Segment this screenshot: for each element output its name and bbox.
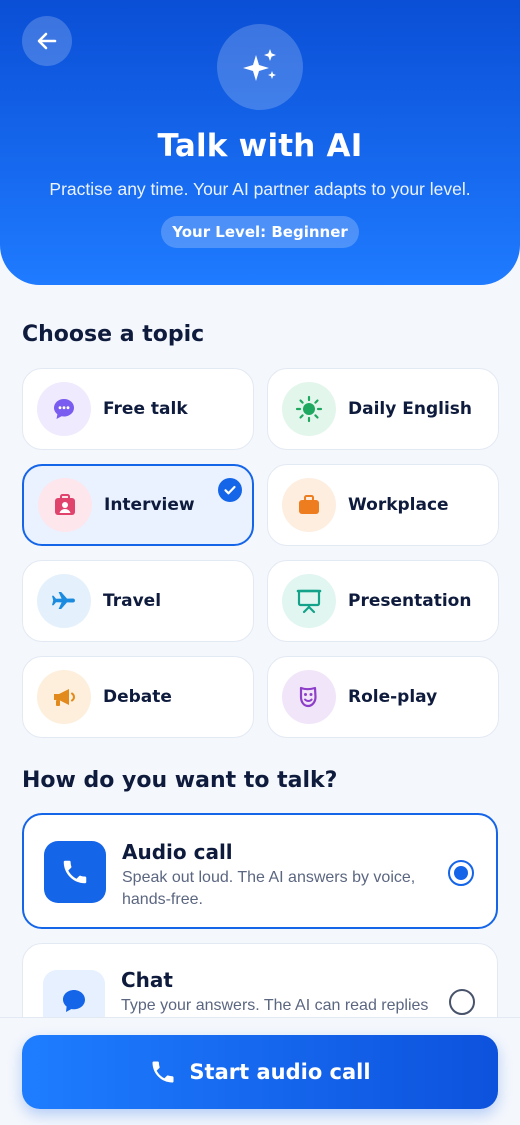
- phone-icon: [44, 841, 106, 903]
- airplane-icon: [37, 574, 91, 628]
- mode-title: Audio call: [122, 840, 233, 864]
- phone-icon: [152, 1061, 174, 1083]
- mode-card-audio-call[interactable]: Audio call Speak out loud. The AI answer…: [22, 813, 498, 929]
- topic-label: Daily English: [348, 399, 472, 419]
- mode-title: Chat: [121, 968, 173, 992]
- topic-card-daily-english[interactable]: Daily English: [267, 368, 499, 450]
- topic-label: Travel: [103, 591, 162, 611]
- topic-label: Free talk: [103, 399, 188, 419]
- topic-card-free-talk[interactable]: Free talk: [22, 368, 254, 450]
- briefcase-icon: [282, 478, 336, 532]
- topic-label: Presentation: [348, 591, 472, 611]
- page-title: Talk with AI: [157, 128, 363, 164]
- modes-heading: How do you want to talk?: [22, 768, 338, 793]
- back-button[interactable]: [22, 16, 72, 66]
- topic-label: Workplace: [348, 495, 449, 515]
- checkmark-icon: [218, 478, 242, 502]
- topic-card-workplace[interactable]: Workplace: [267, 464, 499, 546]
- sparkles-icon: [217, 24, 303, 110]
- topic-label: Debate: [103, 687, 172, 707]
- bottom-bar: Start audio call: [0, 1017, 520, 1125]
- theater-mask-icon: [282, 670, 336, 724]
- header: Talk with AI Practise any time. Your AI …: [0, 0, 520, 285]
- level-badge: Your Level: Beginner: [161, 216, 359, 248]
- chat-bubble-icon: [37, 382, 91, 436]
- easel-icon: [282, 574, 336, 628]
- topic-card-debate[interactable]: Debate: [22, 656, 254, 738]
- start-button-label: Start audio call: [189, 1060, 371, 1084]
- arrow-left-icon: [37, 32, 57, 50]
- radio-chat[interactable]: [449, 989, 475, 1015]
- sun-icon: [282, 382, 336, 436]
- topic-card-travel[interactable]: Travel: [22, 560, 254, 642]
- topics-heading: Choose a topic: [22, 322, 205, 347]
- topic-card-presentation[interactable]: Presentation: [267, 560, 499, 642]
- topic-label: Interview: [104, 495, 195, 515]
- topic-card-role-play[interactable]: Role-play: [267, 656, 499, 738]
- page-subtitle: Practise any time. Your AI partner adapt…: [49, 179, 471, 199]
- topic-card-interview[interactable]: Interview: [22, 464, 254, 546]
- mode-description: Type your answers. The AI can read repli…: [121, 997, 429, 1014]
- topic-label: Role-play: [348, 687, 438, 707]
- radio-audio-call[interactable]: [448, 860, 474, 886]
- megaphone-icon: [37, 670, 91, 724]
- badge-icon: [38, 478, 92, 532]
- start-audio-call-button[interactable]: Start audio call: [22, 1035, 498, 1109]
- mode-description: Speak out loud. The AI answers by voice,…: [122, 869, 416, 908]
